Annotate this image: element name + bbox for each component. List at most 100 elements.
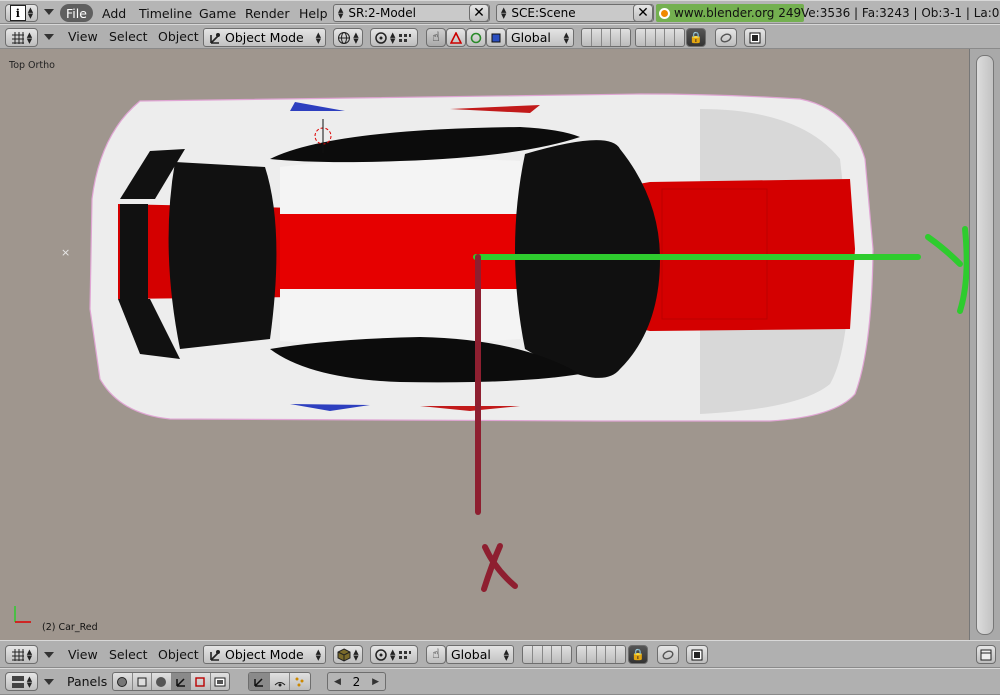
link-button[interactable] [715,28,737,47]
delete-screen-icon[interactable]: ✕ [469,4,489,22]
info-icon: i [9,5,26,21]
mode-selector[interactable]: Object Mode ▲ ▼ [203,645,326,664]
axis-gizmo-icon [14,606,31,623]
layer-buttons-1[interactable] [581,28,631,47]
mode-spinner-icon: ▲ ▼ [315,647,321,662]
menu-add[interactable]: Add [96,4,132,22]
view3d-header-top: ▲ ▼ View Select Object Object Mode ▲ ▼ ▲ ▼ … [0,24,1000,49]
delete-scene-icon[interactable]: ✕ [633,4,653,22]
render-preview-button[interactable] [744,28,766,47]
menu-view[interactable]: View [68,25,98,48]
editor-type-3dview-button[interactable]: ▲ ▼ [5,645,38,664]
active-object-label: (2) Car_Red [42,622,98,633]
link-button[interactable] [657,645,679,664]
render-preview-button[interactable] [686,645,708,664]
collapse-menu-icon[interactable] [44,34,54,40]
pivot-button[interactable]: ▲ ▼ [370,28,418,47]
rear-bumper-black [120,204,148,299]
orientation-selector[interactable]: Global ▲ ▼ [506,28,574,47]
frame-value[interactable]: 2 [353,675,361,689]
physics-subcontext-icon[interactable] [270,673,291,690]
buttons-window-icon [11,675,25,689]
wireframe-sphere-icon [337,31,351,45]
object-context-icon[interactable] [171,673,191,690]
frame-decrement-icon[interactable]: ◀ [334,677,341,687]
frame-increment-icon[interactable]: ▶ [372,677,379,687]
menu-timeline[interactable]: Timeline [133,4,198,22]
pivot-button[interactable]: ▲ ▼ [370,645,418,664]
context-buttons[interactable] [112,672,230,691]
scene-name-field[interactable]: SCE:Scene [511,6,575,20]
layer-buttons-1[interactable] [522,645,572,664]
spinner-arrows-icon: ▲ ▼ [26,674,33,689]
editor-type-info-button[interactable]: i ▲ ▼ [5,4,38,22]
pivot-dots-icon [398,32,412,44]
object-mode-icon [208,31,222,45]
spinner-arrows-icon: ▲ ▼ [27,6,34,20]
scene-stats: Ve:3536 | Fa:3243 | Ob:3-1 | La:0 [801,6,1000,20]
blender-org-link[interactable]: www.blender.org 249 [656,4,805,22]
scene-context-icon[interactable] [211,673,230,690]
draw-type-button[interactable]: ▲ ▼ [333,28,363,47]
lock-icon: 🔒 [631,648,645,661]
manipulator-rotate[interactable] [466,28,486,47]
hand-icon: ☝ [432,647,440,662]
script-context-icon[interactable] [133,673,152,690]
menu-object[interactable]: Object [158,25,199,48]
editor-type-buttons-button[interactable]: ▲ ▼ [5,672,38,691]
menu-file[interactable]: File [60,4,93,22]
lock-layers-button[interactable]: 🔒 [628,645,648,664]
rotate-icon [470,32,482,44]
collapse-menu-icon[interactable] [44,679,54,685]
pivot-dots-icon [398,649,412,661]
collapse-menu-icon[interactable] [44,652,54,658]
shading-context-icon[interactable] [152,673,172,690]
scrollbar-thumb[interactable] [976,55,994,635]
layer-buttons-2[interactable] [635,28,685,47]
particles-subcontext-icon[interactable] [290,673,310,690]
spinner-arrows-icon: ▲ ▼ [26,647,33,662]
manipulator-toggle[interactable]: ☝ [426,28,446,47]
screen-name-field[interactable]: SR:2-Model [348,6,416,20]
collapse-menu-icon[interactable] [44,9,54,15]
viewport-scrollbar[interactable] [969,49,1000,640]
menu-render[interactable]: Render [239,4,296,22]
logic-context-icon[interactable] [113,673,133,690]
viewport-3d[interactable]: Top Ortho × (2) Car_Red [0,49,969,640]
window-icon [980,649,992,661]
mode-label: Object Mode [225,647,304,662]
maximize-window-button[interactable] [976,645,996,664]
frame-number-field[interactable]: ◀ 2 ▶ [327,672,386,691]
menu-panels[interactable]: Panels [67,669,107,694]
lock-layers-button[interactable]: 🔒 [686,28,706,47]
manipulator-translate[interactable] [446,28,466,47]
scene-selector[interactable]: ▲ ▼ SCE:Scene [496,4,654,22]
object-subcontext-icon[interactable] [249,673,270,690]
screen-selector[interactable]: ▲ ▼ SR:2-Model [333,4,490,22]
grid-icon [11,648,25,662]
editing-context-icon[interactable] [191,673,211,690]
menu-object[interactable]: Object [158,641,199,667]
blender-logo-icon [659,7,670,19]
pivot-icon [374,31,388,45]
editor-type-3dview-button[interactable]: ▲ ▼ [5,28,38,47]
menu-game[interactable]: Game [193,4,242,22]
roof-stripe-highlight [280,214,520,289]
manipulator-toggle[interactable]: ☝ [426,645,446,664]
textured-cube-icon [337,647,351,662]
menu-help[interactable]: Help [293,4,334,22]
menu-select[interactable]: Select [109,641,148,667]
orientation-selector[interactable]: Global ▲ ▼ [446,645,514,664]
draw-type-button[interactable]: ▲ ▼ [333,645,363,664]
menu-view[interactable]: View [68,641,98,667]
manipulator-scale[interactable] [486,28,506,47]
layer-buttons-2[interactable] [576,645,626,664]
spinner-arrows-icon: ▲ ▼ [353,647,359,662]
mode-selector[interactable]: Object Mode ▲ ▼ [203,28,326,47]
mode-label: Object Mode [225,30,304,45]
subcontext-buttons[interactable] [248,672,311,691]
menu-select[interactable]: Select [109,25,148,48]
car-model [89,93,969,592]
render-image-icon [691,649,703,661]
spinner-arrows-icon: ▲ ▼ [353,30,359,45]
